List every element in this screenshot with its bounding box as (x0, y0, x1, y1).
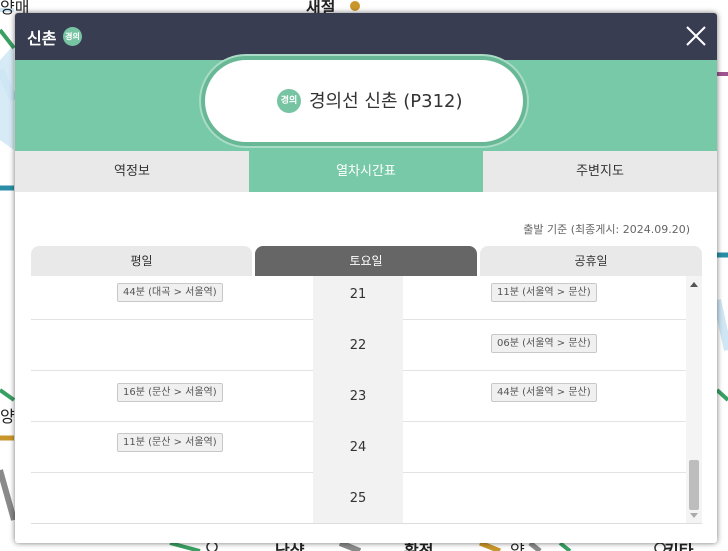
hour-cell: 25 (313, 473, 403, 523)
departure-chip: 11분 (문산 > 서울역) (117, 433, 223, 452)
popup-header: 신촌 경의 (15, 13, 717, 60)
timetable-row: 21 44분 (대곡 > 서울역) 11분 (서울역 > 문산) (31, 276, 686, 320)
line-badge-icon: 경의 (277, 89, 301, 113)
timetable-row: 24 11분 (문산 > 서울역) (31, 422, 686, 473)
info-tabs: 역정보 열차시간표 주변지도 (15, 151, 717, 192)
scroll-down-icon[interactable] (690, 513, 698, 518)
departure-chip: 44분 (대곡 > 서울역) (117, 283, 223, 302)
station-name-pill: 경의 경의선 신촌 (P312) (201, 56, 527, 146)
departure-chip: 16분 (문산 > 서울역) (117, 383, 223, 402)
map-label: 양 (0, 407, 15, 426)
timetable-scrollbar[interactable] (686, 276, 702, 523)
tab-station-info[interactable]: 역정보 (15, 151, 249, 192)
day-tabs: 평일 토요일 공휴일 (31, 246, 702, 276)
timetable-list[interactable]: 21 44분 (대곡 > 서울역) 11분 (서울역 > 문산) 22 06분 … (31, 276, 702, 524)
scroll-thumb[interactable] (689, 460, 699, 510)
tab-holiday[interactable]: 공휴일 (480, 246, 702, 276)
tab-weekday[interactable]: 평일 (31, 246, 252, 276)
departure-chip: 11분 (서울역 > 문산) (491, 283, 597, 302)
tab-saturday[interactable]: 토요일 (255, 246, 477, 276)
hour-cell: 22 (313, 320, 403, 371)
departure-chip: 44분 (서울역 > 문산) (491, 383, 597, 402)
hour-cell: 24 (313, 422, 403, 473)
timetable-note: 출발 기준 (최종게시: 2024.09.20) (523, 223, 690, 236)
timetable-row: 25 (31, 473, 686, 523)
station-name: 경의선 신촌 (P312) (309, 91, 463, 112)
scroll-up-icon[interactable] (690, 282, 698, 287)
close-button[interactable] (683, 23, 709, 49)
tab-nearby-map[interactable]: 주변지도 (483, 151, 717, 192)
close-icon (686, 26, 706, 46)
line-badge-icon: 경의 (63, 27, 82, 46)
timetable-row: 22 06분 (서울역 > 문산) (31, 320, 686, 371)
tab-timetable[interactable]: 열차시간표 (249, 151, 483, 192)
header-title: 신촌 (27, 29, 57, 48)
departure-chip: 06분 (서울역 > 문산) (491, 334, 597, 353)
hour-cell: 21 (313, 276, 403, 320)
station-popup: 신촌 경의 경의 경의선 신촌 (P312) 역정보 열차시간표 주변지도 출발… (15, 13, 717, 543)
timetable-row: 23 16분 (문산 > 서울역) 44분 (서울역 > 문산) (31, 371, 686, 422)
hour-cell: 23 (313, 371, 403, 422)
